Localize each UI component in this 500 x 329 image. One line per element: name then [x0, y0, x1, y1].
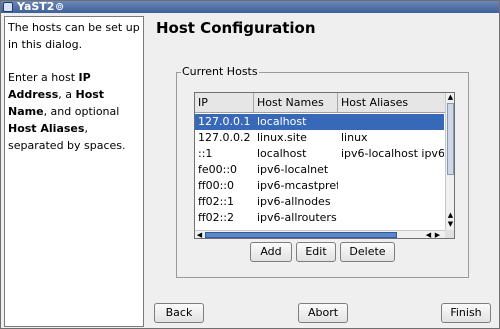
finish-button[interactable]: Finish [441, 303, 491, 323]
cell-ip-address: fe00::0 [198, 163, 238, 176]
scroll-right-arrow-icon[interactable]: ▶ [433, 231, 442, 238]
cell-host-aliases: ipv6-localhost ipv6-lo [341, 147, 444, 160]
window-menu-icon[interactable] [3, 2, 13, 12]
cell-ip-address: ff00::0 [198, 179, 234, 192]
cell-ip-address: ff02::2 [198, 211, 234, 224]
back-button[interactable]: Back [154, 303, 204, 323]
table-row[interactable]: ff00::0 ipv6-mcastprefix [195, 178, 444, 194]
hosts-table[interactable]: IP Address Host Names Host Aliases 127.0… [194, 92, 455, 239]
cell-host-names: localhost [257, 115, 307, 128]
scroll-up-arrow-icon[interactable]: ▲ [446, 211, 454, 219]
add-button[interactable]: Add [250, 242, 292, 262]
help-instructions: Enter a host IP Address, a Host Name, an… [8, 71, 126, 152]
page-title: Host Configuration [156, 19, 316, 37]
table-row[interactable]: ff02::2 ipv6-allrouters [195, 210, 444, 226]
table-row[interactable]: 127.0.0.2 linux.site linux [195, 130, 444, 146]
table-row[interactable]: ::1 localhost ipv6-localhost ipv6-lo [195, 146, 444, 162]
vertical-scrollbar[interactable]: ▲ ▲ ▼ [445, 93, 454, 230]
window-title: YaST2 [17, 0, 55, 13]
help-intro: The hosts can be set up in this dialog. [8, 21, 140, 51]
column-header-ip-address[interactable]: IP Address [195, 93, 254, 128]
group-label: Current Hosts [181, 65, 259, 78]
cell-host-names: localhost [257, 147, 307, 160]
horizontal-scrollbar[interactable]: ◀ ◀ ▶ [195, 230, 445, 238]
help-pane: The hosts can be set up in this dialog. … [4, 16, 144, 327]
cell-ip-address: ::1 [198, 147, 213, 160]
abort-button[interactable]: Abort [298, 303, 348, 323]
cell-host-names: ipv6-allrouters [257, 211, 337, 224]
yast-logo-icon: ⊚ [55, 0, 65, 13]
title-bar[interactable]: YaST2 ⊚ [1, 1, 499, 13]
cell-ip-address: 127.0.0.2 [198, 131, 251, 144]
table-row[interactable]: fe00::0 ipv6-localnet [195, 162, 444, 178]
table-row[interactable]: 127.0.0.1 localhost [195, 114, 444, 130]
yast-window: YaST2 ⊚ The hosts can be set up in this … [0, 0, 500, 329]
cell-host-names: ipv6-mcastprefix [257, 179, 338, 192]
horizontal-scroll-thumb[interactable] [205, 232, 397, 238]
column-header-host-names[interactable]: Host Names [254, 93, 338, 112]
scrollbar-corner [445, 230, 454, 238]
column-header-host-aliases[interactable]: Host Aliases [338, 93, 445, 112]
scroll-left-arrow-icon[interactable]: ◀ [195, 231, 204, 238]
delete-button[interactable]: Delete [340, 242, 395, 262]
cell-host-aliases: linux [341, 131, 368, 144]
cell-host-names: ipv6-allnodes [257, 195, 331, 208]
cell-host-names: ipv6-localnet [257, 163, 329, 176]
scroll-left-arrow-icon[interactable]: ◀ [424, 231, 433, 238]
table-header: IP Address Host Names Host Aliases [195, 93, 445, 128]
scroll-up-arrow-icon[interactable]: ▲ [446, 93, 454, 101]
cell-ip-address: 127.0.0.1 [198, 115, 251, 128]
scroll-down-arrow-icon[interactable]: ▼ [446, 220, 454, 228]
table-row[interactable]: ff02::1 ipv6-allnodes [195, 194, 444, 210]
vertical-scroll-thumb[interactable] [447, 103, 454, 175]
edit-button[interactable]: Edit [296, 242, 336, 262]
cell-host-names: linux.site [257, 131, 307, 144]
cell-ip-address: ff02::1 [198, 195, 234, 208]
